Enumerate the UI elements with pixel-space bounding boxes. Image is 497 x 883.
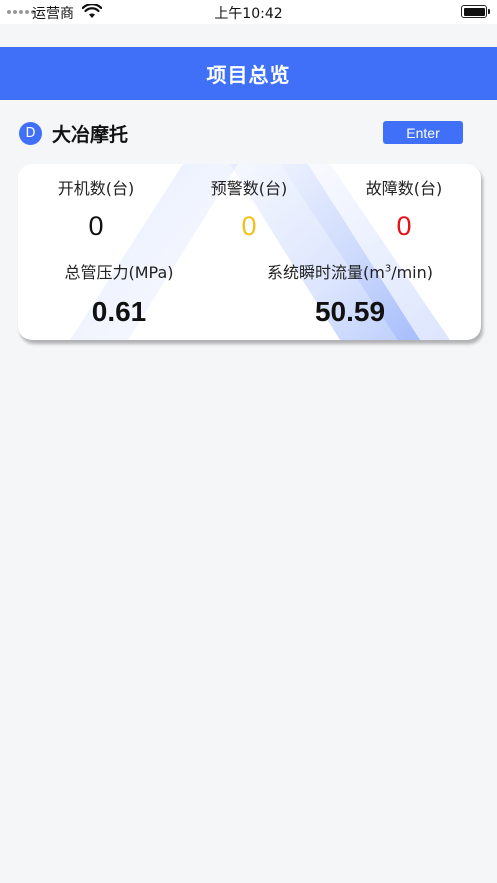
warning-count-value: 0 <box>241 211 257 241</box>
fault-count-value: 0 <box>396 211 412 241</box>
flow-rate-label-prefix: 系统瞬时流量(m <box>266 263 385 282</box>
battery-icon <box>461 5 490 18</box>
warning-count-label: 预警数(台) <box>210 179 288 198</box>
project-row: D 大冶摩托 Enter <box>0 116 497 150</box>
status-bar: 运营商 上午10:42 <box>0 0 497 24</box>
running-count-label: 开机数(台) <box>57 179 135 198</box>
running-count-value: 0 <box>88 211 104 241</box>
flow-rate-label-suffix: /min) <box>391 263 434 282</box>
flow-rate-label: 系统瞬时流量(m3/min) <box>250 259 450 283</box>
project-name: 大冶摩托 <box>52 124 129 146</box>
enter-button[interactable]: Enter <box>383 121 463 144</box>
status-time: 上午10:42 <box>214 6 283 22</box>
metrics-card[interactable]: 开机数(台) 0 预警数(台) 0 故障数(台) 0 总管压力(MPa) 0.6… <box>18 164 481 340</box>
pressure-label: 总管压力(MPa) <box>64 263 174 282</box>
page-title: 项目总览 <box>206 63 291 87</box>
pressure-value: 0.61 <box>91 296 147 327</box>
project-badge: D <box>19 122 42 145</box>
flow-rate-value: 50.59 <box>314 296 386 327</box>
nav-header: 项目总览 <box>0 47 497 100</box>
fault-count-label: 故障数(台) <box>365 179 443 198</box>
